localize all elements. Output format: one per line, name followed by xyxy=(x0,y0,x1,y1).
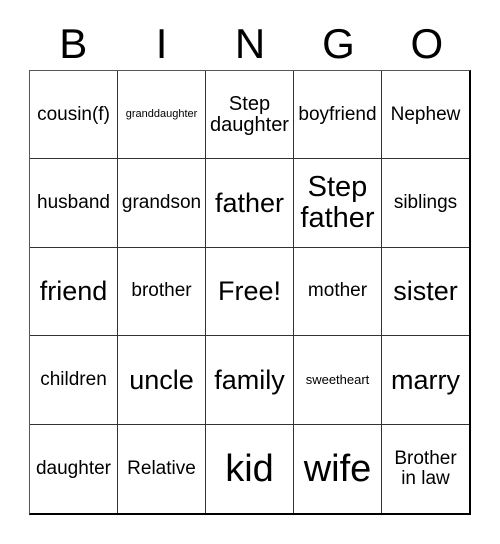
bingo-cell-g2[interactable]: Step father xyxy=(294,159,382,248)
bingo-cell-label: Relative xyxy=(127,457,196,479)
bingo-cell-i5[interactable]: Relative xyxy=(118,424,206,514)
bingo-cell-label: grandson xyxy=(121,192,202,214)
bingo-row: daughter Relative kid wife Brother in la… xyxy=(30,424,469,514)
bingo-row: friend brother Free! mother sister xyxy=(30,247,469,337)
bingo-cell-g5[interactable]: wife xyxy=(294,424,382,514)
header-letter-g: G xyxy=(322,20,355,67)
bingo-cell-label: Step daughter xyxy=(210,92,289,136)
bingo-cell-label: Brother in law xyxy=(394,447,457,489)
bingo-cell-n2[interactable]: father xyxy=(206,159,294,248)
bingo-cell-o1[interactable]: Nephew xyxy=(382,71,469,160)
bingo-card: B I N G O cousin(f) granddaughter Step d… xyxy=(0,0,500,544)
bingo-cell-free-space[interactable]: Free! xyxy=(206,247,294,337)
bingo-cell-i4[interactable]: uncle xyxy=(118,336,206,425)
bingo-cell-label: friend xyxy=(39,276,108,307)
bingo-grid: cousin(f) granddaughter Step daughter bo… xyxy=(29,70,471,515)
bingo-cell-n5[interactable]: kid xyxy=(206,424,294,514)
header-letter-b: B xyxy=(59,20,88,67)
bingo-cell-b1[interactable]: cousin(f) xyxy=(30,71,118,160)
bingo-cell-i2[interactable]: grandson xyxy=(118,159,206,248)
bingo-cell-g1[interactable]: boyfriend xyxy=(294,71,382,160)
bingo-cell-label: husband xyxy=(37,192,110,214)
bingo-cell-label: brother xyxy=(131,280,192,302)
header-letter-n: N xyxy=(234,20,266,67)
free-space-label: Free! xyxy=(217,276,282,307)
bingo-cell-label: daughter xyxy=(35,457,111,479)
bingo-cell-g4[interactable]: sweetheart xyxy=(294,336,382,425)
header-letter-o: O xyxy=(410,20,444,67)
bingo-cell-label: wife xyxy=(303,447,372,490)
bingo-cell-label: sweetheart xyxy=(305,372,370,388)
bingo-cell-label: sister xyxy=(393,276,458,307)
bingo-cell-label: Nephew xyxy=(390,103,461,125)
bingo-cell-b4[interactable]: children xyxy=(30,336,118,425)
bingo-cell-label: kid xyxy=(225,447,274,490)
bingo-cell-label: uncle xyxy=(129,364,194,395)
bingo-cell-i3[interactable]: brother xyxy=(118,247,206,337)
bingo-cell-label: children xyxy=(40,368,107,390)
bingo-row: husband grandson father Step father sibl… xyxy=(30,159,469,248)
bingo-cell-n1[interactable]: Step daughter xyxy=(206,71,294,160)
bingo-cell-label: marry xyxy=(391,364,460,395)
bingo-cell-o3[interactable]: sister xyxy=(382,247,469,337)
bingo-row: cousin(f) granddaughter Step daughter bo… xyxy=(30,71,469,160)
bingo-cell-o4[interactable]: marry xyxy=(382,336,469,425)
bingo-cell-label: father xyxy=(214,187,285,218)
bingo-row: children uncle family sweetheart marry xyxy=(30,336,469,425)
bingo-cell-o5[interactable]: Brother in law xyxy=(382,424,469,514)
bingo-cell-label: granddaughter xyxy=(125,107,198,120)
bingo-header: B I N G O xyxy=(29,18,471,70)
bingo-cell-label: family xyxy=(214,364,285,395)
bingo-cell-g3[interactable]: mother xyxy=(294,247,382,337)
bingo-cell-b5[interactable]: daughter xyxy=(30,424,118,514)
bingo-cell-b3[interactable]: friend xyxy=(30,247,118,337)
bingo-cell-n4[interactable]: family xyxy=(206,336,294,425)
bingo-cell-label: siblings xyxy=(393,192,458,214)
bingo-cell-label: cousin(f) xyxy=(37,103,110,125)
bingo-cell-i1[interactable]: granddaughter xyxy=(118,71,206,160)
bingo-cell-label: mother xyxy=(307,280,368,302)
bingo-cell-b2[interactable]: husband xyxy=(30,159,118,248)
bingo-cell-label: Step father xyxy=(300,171,375,235)
bingo-cell-label: boyfriend xyxy=(298,103,377,125)
bingo-cell-o2[interactable]: siblings xyxy=(382,159,469,248)
header-letter-i: I xyxy=(155,20,168,67)
